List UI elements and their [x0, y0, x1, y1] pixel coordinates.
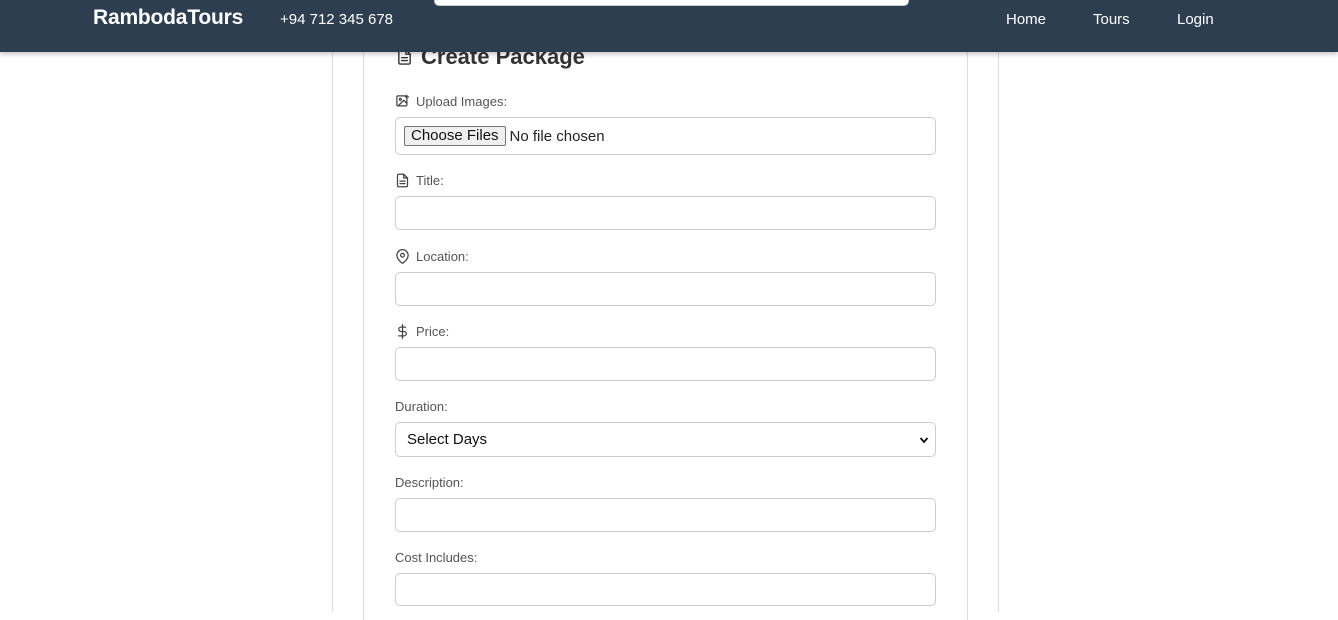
choose-files-button[interactable]: Choose Files: [404, 126, 506, 146]
image-upload-icon: [396, 94, 410, 107]
price-label: Price:: [395, 324, 449, 339]
phone-number: +94 712 345 678: [280, 11, 394, 28]
price-input[interactable]: [395, 347, 936, 381]
brand-logo[interactable]: RambodaTours: [93, 6, 243, 30]
description-input[interactable]: [395, 498, 936, 532]
location-label: Location:: [395, 249, 469, 264]
cost-includes-label: Cost Includes:: [395, 550, 478, 565]
search-bar-edge[interactable]: [434, 0, 909, 6]
duration-select[interactable]: Select Days: [395, 422, 936, 457]
duration-selected-value: Select Days: [407, 431, 488, 448]
top-navbar: RambodaTours +94 712 345 678 Home Tours …: [0, 0, 1338, 52]
file-status: No file chosen: [509, 127, 605, 145]
description-label: Description:: [395, 475, 464, 490]
title-input[interactable]: [395, 196, 936, 230]
title-label: Title:: [395, 173, 444, 188]
dollar-icon: [398, 324, 407, 339]
file-upload-input[interactable]: Choose Files No file chosen: [395, 117, 936, 155]
cost-includes-input[interactable]: [395, 573, 936, 606]
upload-label: Upload Images:: [395, 94, 507, 109]
document-icon: [396, 173, 409, 188]
map-pin-icon: [396, 249, 409, 264]
nav-link-tours[interactable]: Tours: [1093, 11, 1130, 28]
location-input[interactable]: [395, 272, 936, 306]
chevron-down-icon: [919, 436, 929, 443]
nav-link-home[interactable]: Home: [1006, 11, 1046, 28]
duration-label: Duration:: [395, 399, 448, 414]
nav-link-login[interactable]: Login: [1177, 11, 1214, 28]
